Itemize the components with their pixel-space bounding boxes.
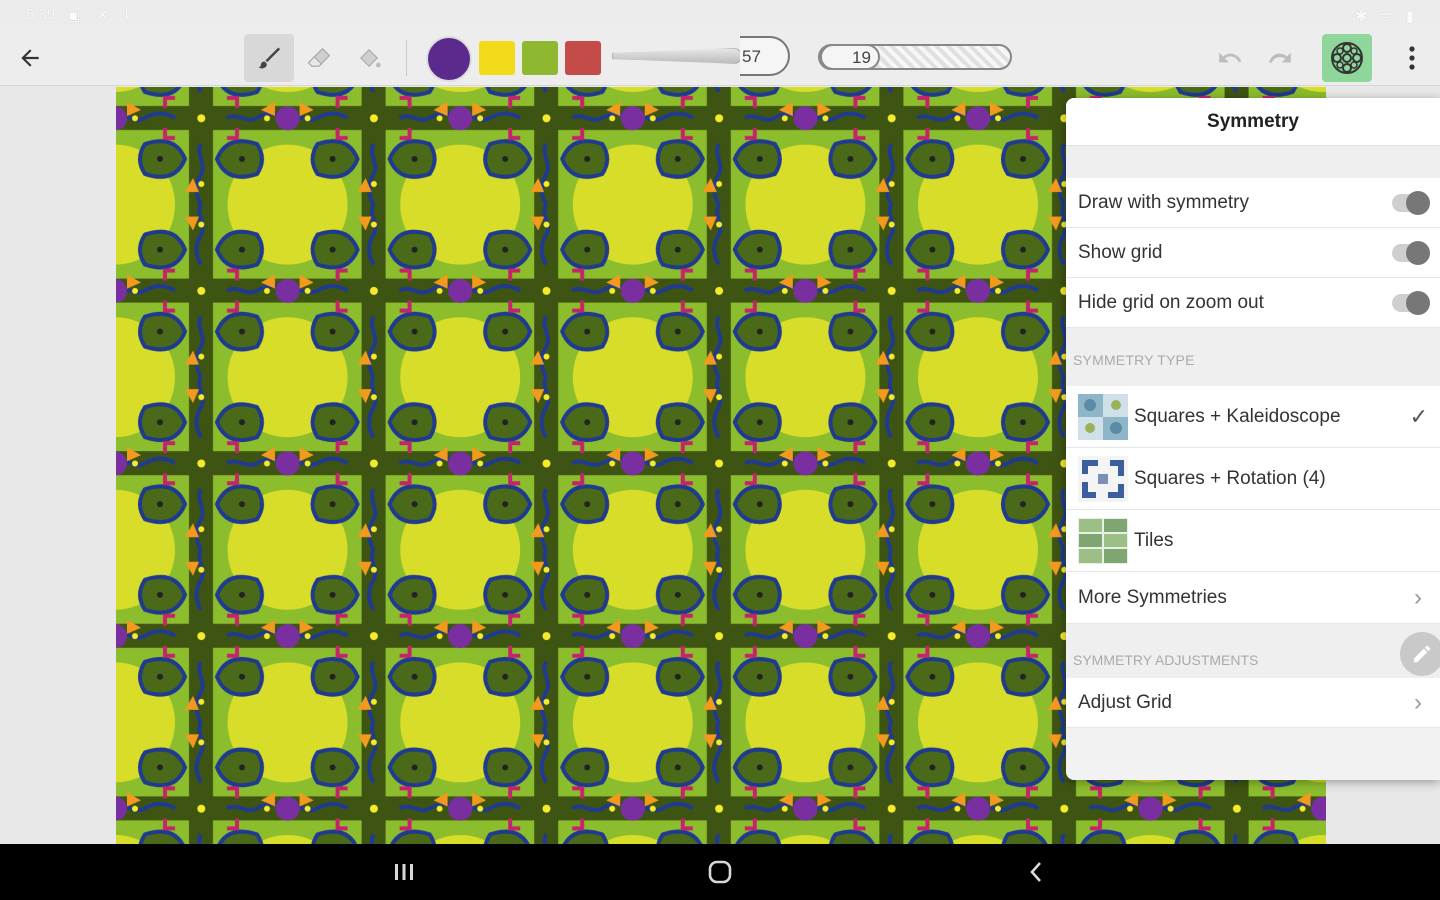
panel-spacer	[1066, 146, 1440, 178]
notification-icons: ▣ ✕ k	[66, 7, 139, 24]
chevron-left-icon	[1030, 862, 1041, 882]
edit-button[interactable]	[1400, 632, 1440, 676]
opacity-knob[interactable]	[820, 44, 880, 70]
symmetry-mandala-icon	[1331, 42, 1363, 74]
panel-title: Symmetry	[1066, 98, 1440, 146]
opacity-value: 19	[852, 48, 871, 67]
opacity-slider[interactable]: 19	[818, 44, 1012, 70]
chevron-right-icon: ›	[1414, 584, 1422, 611]
paint-bucket-icon	[360, 49, 381, 68]
symmetry-type-squares-rotation[interactable]: Squares + Rotation (4)	[1066, 448, 1440, 510]
checkmark-icon: ✓	[1409, 404, 1428, 429]
symmetry-type-label: Tiles	[1134, 530, 1174, 551]
adjust-grid-row[interactable]: Adjust Grid ›	[1066, 678, 1440, 728]
toolbar-divider	[406, 40, 407, 76]
toggle-label: Show grid	[1078, 242, 1163, 263]
chevron-right-icon: ›	[1414, 689, 1422, 716]
more-symmetries-row[interactable]: More Symmetries ›	[1066, 572, 1440, 624]
redo-button[interactable]	[1258, 34, 1302, 82]
home-icon	[708, 860, 732, 884]
arrow-left-icon	[21, 49, 39, 67]
symmetry-panel: Symmetry Draw with symmetry Show grid Hi…	[1066, 98, 1440, 780]
toggle-row-draw-with-symmetry[interactable]: Draw with symmetry	[1066, 178, 1440, 228]
toggle-label: Draw with symmetry	[1078, 192, 1250, 213]
brush-size-track	[612, 48, 742, 64]
symmetry-type-label: Squares + Kaleidoscope	[1134, 406, 1341, 427]
color-swatch-1[interactable]	[426, 36, 472, 82]
eraser-tool-button[interactable]	[294, 34, 344, 82]
tiles-thumbnail-icon	[1078, 518, 1128, 564]
system-icons: ✱ ᯤ ▮	[1355, 8, 1418, 25]
symmetry-type-squares-kaleidoscope[interactable]: Squares + Kaleidoscope ✓	[1066, 386, 1440, 448]
navigation-bar	[0, 844, 1440, 900]
toggle-row-hide-grid[interactable]: Hide grid on zoom out	[1066, 278, 1440, 328]
adjust-grid-label: Adjust Grid	[1078, 692, 1172, 713]
more-vertical-icon	[1409, 46, 1415, 70]
more-symmetries-label: More Symmetries	[1078, 587, 1227, 608]
brush-tool-button[interactable]	[244, 34, 294, 82]
symmetry-adjustments-section-label: SYMMETRY ADJUSTMENTS	[1066, 624, 1440, 678]
back-nav-button[interactable]	[1006, 854, 1066, 890]
back-button[interactable]	[8, 34, 52, 82]
fill-tool-button[interactable]	[344, 34, 394, 82]
symmetry-type-label: Squares + Rotation (4)	[1134, 468, 1326, 489]
symmetry-button[interactable]	[1322, 34, 1372, 82]
hide-grid-switch[interactable]	[1392, 291, 1430, 315]
symmetry-type-tiles[interactable]: Tiles	[1066, 510, 1440, 572]
draw-with-symmetry-switch[interactable]	[1392, 191, 1430, 215]
undo-button[interactable]	[1208, 34, 1252, 82]
pencil-icon	[1413, 645, 1431, 663]
toggle-row-show-grid[interactable]: Show grid	[1066, 228, 1440, 278]
status-time: 5:39	[26, 6, 56, 23]
home-button[interactable]	[690, 854, 750, 890]
eraser-icon	[307, 47, 331, 67]
brush-size-value: 57	[742, 47, 761, 66]
symmetry-type-section-label: SYMMETRY TYPE	[1066, 328, 1440, 386]
brush-icon	[258, 47, 281, 69]
toggle-label: Hide grid on zoom out	[1078, 292, 1264, 313]
color-swatch-4[interactable]	[565, 41, 601, 75]
status-bar: 5:39 ▣ ✕ k ✱ ᯤ ▮	[0, 0, 1440, 30]
color-swatch-2[interactable]	[479, 41, 515, 75]
redo-icon	[1269, 52, 1291, 64]
undo-icon	[1219, 52, 1242, 63]
brush-size-slider[interactable]: 57	[612, 36, 808, 76]
recents-icon	[395, 864, 413, 880]
kaleidoscope-thumbnail-icon	[1078, 394, 1128, 440]
overflow-menu-button[interactable]	[1390, 34, 1434, 82]
rotation-thumbnail-icon	[1078, 456, 1128, 502]
color-swatch-3[interactable]	[522, 41, 558, 75]
recents-button[interactable]	[374, 854, 434, 890]
show-grid-switch[interactable]	[1392, 241, 1430, 265]
